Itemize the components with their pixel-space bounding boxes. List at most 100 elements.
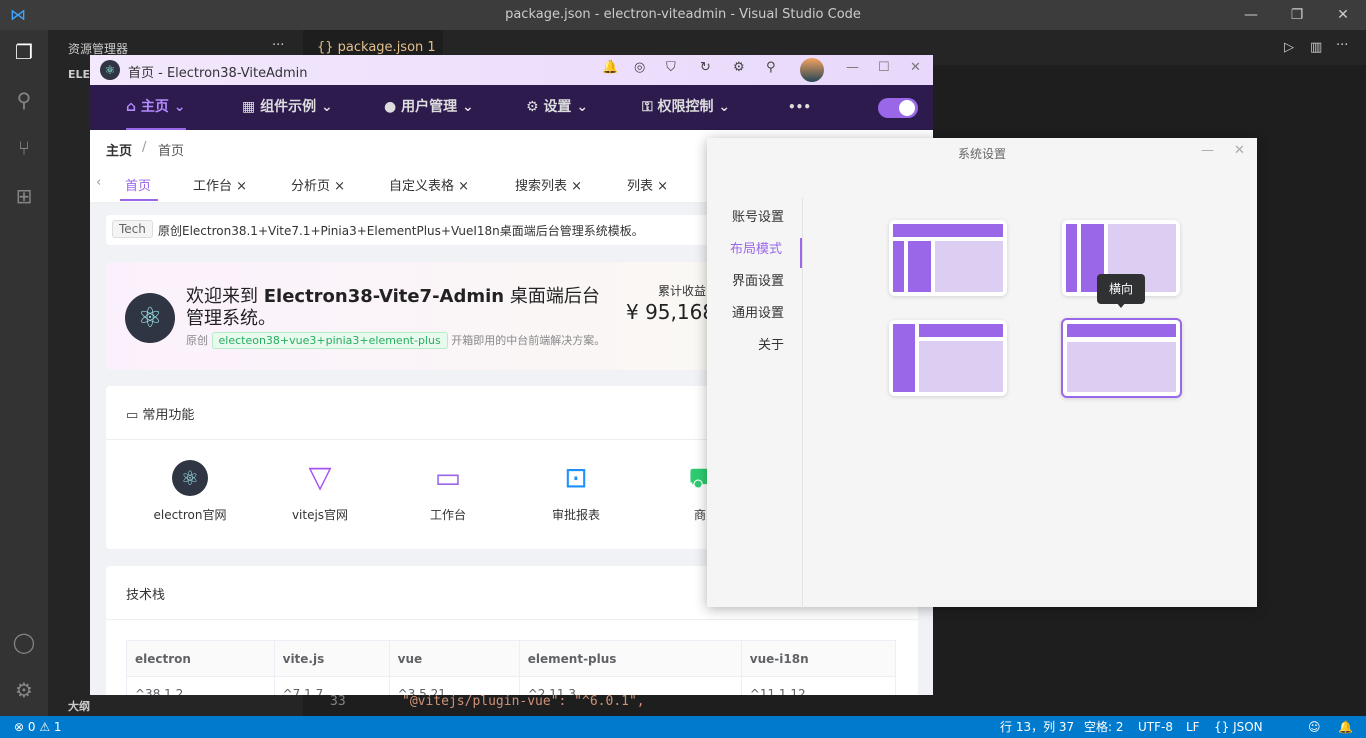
- tab-close-icon[interactable]: ×: [458, 179, 469, 194]
- search-icon[interactable]: ⚲: [12, 88, 36, 112]
- active-tab-indicator: [120, 199, 158, 201]
- gear-icon: ⚙: [526, 99, 544, 115]
- tech-stack-title: 技术栈: [126, 588, 166, 603]
- tab-close-icon[interactable]: ×: [571, 179, 582, 194]
- restore-icon[interactable]: ❐: [1274, 0, 1320, 30]
- tab-home[interactable]: 首页: [125, 175, 151, 194]
- grid-icon: ▦: [242, 99, 261, 115]
- shortcut-electron[interactable]: ⚛ electron官网: [150, 460, 230, 523]
- app-title: 首页 - Electron38-ViteAdmin: [128, 66, 308, 81]
- theme-toggle[interactable]: [878, 98, 918, 118]
- account-icon[interactable]: ◯: [12, 630, 36, 654]
- dialog-close-icon[interactable]: ✕: [1234, 143, 1245, 158]
- split-editor-icon[interactable]: ▥: [1310, 40, 1322, 55]
- tab-search-list[interactable]: 搜索列表 ×: [515, 175, 582, 194]
- dialog-minimize-icon[interactable]: —: [1201, 143, 1214, 158]
- chevron-down-icon: ⌄: [718, 99, 731, 115]
- nav-home[interactable]: ⌂ 主页 ⌄: [126, 85, 186, 130]
- app-close-icon[interactable]: ✕: [910, 60, 921, 75]
- cursor-position[interactable]: 行 13，列 37: [1000, 716, 1074, 738]
- explorer-icon[interactable]: ❐: [12, 40, 36, 64]
- chevron-down-icon: ⌄: [173, 99, 186, 115]
- shortcut-workbench[interactable]: ▭ 工作台: [408, 460, 488, 523]
- activity-bar: ❐ ⚲ ⑂ ⊞ ◯ ⚙: [0, 30, 48, 716]
- stack-tag: electeon38+vue3+pinia3+element-plus: [211, 332, 448, 349]
- tech-stack-table: electron vite.js vue element-plus vue-i18n ^…: [126, 640, 897, 695]
- table-row: ^38.1.2 ^7.1.7 ^3.5.21 ^2.11.3 ^11.1.12: [126, 676, 897, 695]
- tab-list[interactable]: 列表 ×: [627, 175, 668, 194]
- skin-icon[interactable]: ⛉: [666, 60, 676, 75]
- nav-permission[interactable]: ⚿ 权限控制 ⌄: [642, 85, 730, 130]
- explorer-more-button[interactable]: ···: [272, 38, 284, 53]
- run-icon[interactable]: ▷: [1284, 40, 1294, 55]
- presentation-icon: ⊡: [564, 461, 588, 494]
- tab-analysis[interactable]: 分析页 ×: [291, 175, 345, 194]
- outline-section[interactable]: 大纲: [68, 698, 90, 714]
- feedback-icon[interactable]: ☺: [1308, 716, 1321, 738]
- revenue-label: 累计收益: [658, 284, 707, 298]
- nav-settings[interactable]: ⚙ 设置 ⌄: [526, 85, 588, 130]
- notifications-icon[interactable]: 🔔: [1338, 716, 1353, 738]
- user-avatar[interactable]: [800, 58, 824, 82]
- tab-close-icon[interactable]: ×: [236, 179, 247, 194]
- menu-about[interactable]: 关于: [706, 334, 802, 353]
- nav-more-button[interactable]: •••: [788, 85, 811, 130]
- editor-more-button[interactable]: ···: [1336, 38, 1348, 53]
- vscode-title-bar: ⋈ package.json - electron-viteadmin - Vi…: [0, 0, 1366, 30]
- notice-tag: Tech: [112, 220, 153, 238]
- problems-status[interactable]: ⊗ 0 ⚠ 1: [14, 716, 62, 738]
- shortcut-vitejs[interactable]: ▽ vitejs官网: [280, 460, 360, 523]
- electron-icon: ⚛: [172, 460, 208, 496]
- manage-gear-icon[interactable]: ⚙: [12, 678, 36, 702]
- common-functions-title: ▭ 常用功能: [126, 408, 195, 423]
- tab-close-icon[interactable]: ×: [334, 179, 345, 194]
- close-icon[interactable]: ✕: [1320, 0, 1366, 30]
- breadcrumb-root[interactable]: 主页: [106, 140, 132, 159]
- refresh-icon[interactable]: ↻: [700, 60, 711, 75]
- chevron-down-icon: ⌄: [461, 99, 474, 115]
- tab-custom-table[interactable]: 自定义表格 ×: [389, 175, 469, 194]
- folder-icon: ▭: [126, 408, 143, 423]
- table-header-row: electron vite.js vue element-plus vue-i18n: [126, 640, 897, 677]
- welcome-subline: 原创 electeon38+vue3+pinia3+element-plus 开…: [186, 332, 606, 349]
- lock-icon: ⚿: [642, 99, 658, 115]
- app-maximize-icon[interactable]: ☐: [878, 60, 890, 75]
- minimize-icon[interactable]: —: [1228, 0, 1274, 30]
- settings-icon[interactable]: ⚙: [733, 60, 745, 75]
- chevron-down-icon: ⌄: [320, 99, 333, 115]
- nav-components[interactable]: ▦ 组件示例 ⌄: [242, 85, 333, 130]
- menu-ui-settings[interactable]: 界面设置: [706, 270, 802, 289]
- app-minimize-icon[interactable]: —: [846, 60, 859, 75]
- line-ending[interactable]: LF: [1186, 716, 1200, 738]
- settings-menu: 账号设置 布局模式 界面设置 通用设置 关于: [707, 198, 803, 608]
- language-mode[interactable]: {} JSON: [1214, 716, 1263, 738]
- nav-user-manage[interactable]: ● 用户管理 ⌄: [384, 85, 474, 130]
- tab-close-icon[interactable]: ×: [657, 179, 668, 194]
- notice-text: 原创Electron38.1+Vite7.1+Pinia3+ElementPlu…: [158, 224, 644, 238]
- app-title-bar: ⚛ 首页 - Electron38-ViteAdmin 🔔 ◎ ⛉ ↻ ⚙ ⚲ …: [90, 55, 933, 85]
- tabs-prev-icon[interactable]: ‹: [96, 175, 101, 190]
- tab-workbench[interactable]: 工作台 ×: [193, 175, 247, 194]
- window-title: package.json - electron-viteadmin - Visu…: [505, 7, 861, 22]
- shortcut-approval-report[interactable]: ⊡ 审批报表: [536, 460, 616, 523]
- menu-account-settings[interactable]: 账号设置: [706, 206, 802, 225]
- source-control-icon[interactable]: ⑂: [12, 136, 36, 160]
- tab-label: {} package.json 1: [317, 40, 436, 55]
- code-line[interactable]: "@vitejs/plugin-vue": "^6.0.1",: [402, 694, 645, 709]
- welcome-heading-line2: 管理系统。: [186, 308, 276, 329]
- menu-layout-mode[interactable]: 布局模式: [706, 238, 802, 268]
- encoding[interactable]: UTF-8: [1138, 716, 1173, 738]
- pin-icon[interactable]: ⚲: [766, 60, 776, 75]
- layout-option-horizontal[interactable]: [1061, 318, 1182, 398]
- menu-general-settings[interactable]: 通用设置: [706, 302, 802, 321]
- bell-icon[interactable]: 🔔: [602, 60, 618, 75]
- home-icon: ⌂: [126, 99, 141, 115]
- indent-spaces[interactable]: 空格: 2: [1084, 716, 1124, 738]
- monitor-icon: ▭: [434, 461, 462, 494]
- status-bar: ⊗ 0 ⚠ 1 行 13，列 37 空格: 2 UTF-8 LF {} JSON…: [0, 716, 1366, 738]
- translate-icon[interactable]: ◎: [634, 60, 645, 75]
- chevron-down-icon: ⌄: [576, 99, 589, 115]
- layout-option-vertical[interactable]: [889, 220, 1007, 296]
- extensions-icon[interactable]: ⊞: [12, 184, 36, 208]
- layout-option-classic[interactable]: [889, 320, 1007, 396]
